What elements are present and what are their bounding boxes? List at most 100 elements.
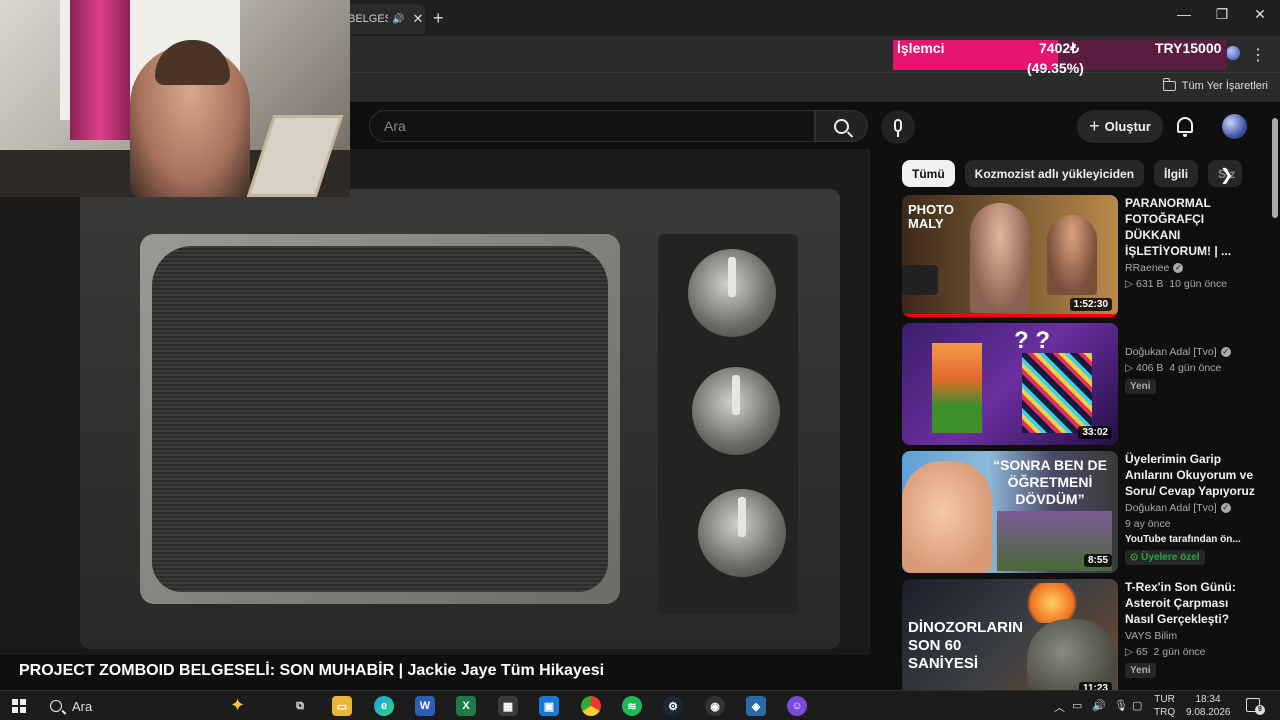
recommendation-item[interactable]: PHOTO MALY 1:52:30 PARANORMAL FOTOĞRAFÇI… — [902, 195, 1262, 317]
recommendation-item[interactable]: “SONRA BEN DE ÖĞRETMENİ DÖVDÜM” 8:55 Üye… — [902, 451, 1262, 573]
channel-name[interactable]: VAYS Bilim — [1125, 630, 1177, 642]
thumbnail-character — [932, 343, 982, 433]
video-thumbnail[interactable]: DİNOZORLARIN SON 60 SANİYESİ 11:23 — [902, 579, 1118, 701]
close-window-button[interactable]: ✕ — [1240, 6, 1280, 23]
upload-age: 10 gün önce — [1169, 278, 1228, 290]
channel-name[interactable]: RRaenee — [1125, 262, 1169, 274]
question-mark-icon: ? ? — [1014, 327, 1050, 354]
chip-related[interactable]: İlgili — [1154, 160, 1199, 187]
recommendation-meta: Doğukan Adal [Tvo] ✓ ▷ 406 B 4 gün önce Y… — [1125, 343, 1255, 394]
filter-chips: Tümü Kozmozist adlı yükleyiciden İlgili … — [902, 160, 1243, 187]
new-tab-button[interactable]: + — [433, 8, 444, 29]
folder-icon — [1162, 78, 1176, 91]
more-menu-icon[interactable]: ⋮ — [1250, 45, 1266, 65]
recommendation-title[interactable]: PARANORMAL FOTOĞRAFÇI DÜKKANI İŞLETİYORU… — [1125, 195, 1255, 259]
channel-name-row: VAYS Bilim — [1125, 630, 1255, 642]
donation-label: İşlemci — [897, 40, 945, 56]
tab-active[interactable]: BELGESEL 🔊 ✕ — [340, 4, 425, 34]
system-clock[interactable]: 18:34 9.08.2026 — [1186, 693, 1231, 719]
video-title: PROJECT ZOMBOID BELGESELİ: SON MUHABİR |… — [19, 662, 605, 679]
tab-title: BELGESEL — [348, 13, 388, 25]
tray-chevron-up-icon[interactable]: ︿ — [1054, 699, 1065, 715]
notification-count: 9 — [1255, 705, 1265, 715]
store-icon[interactable]: ▣ — [539, 696, 559, 716]
recommendation-item[interactable]: DİNOZORLARIN SON 60 SANİYESİ 11:23 T-Rex… — [902, 579, 1262, 701]
taskbar-search-label: Ara — [72, 698, 93, 714]
battery-icon[interactable]: ▭ — [1072, 699, 1082, 712]
spotify-icon[interactable]: ≋ — [622, 696, 642, 716]
view-count: 65 — [1136, 646, 1148, 658]
word-icon[interactable]: W — [415, 696, 435, 716]
edge-browser-icon[interactable]: e — [374, 696, 394, 716]
steam-icon[interactable]: ⚙ — [663, 696, 683, 716]
thumbnail-text: PHOTO MALY — [908, 202, 954, 231]
calculator-icon[interactable]: ▦ — [498, 696, 518, 716]
view-count: 406 B — [1136, 362, 1164, 374]
video-player[interactable] — [0, 149, 870, 655]
donation-goal: TRY15000 — [1155, 40, 1222, 56]
create-label: Oluştur — [1104, 119, 1151, 134]
account-avatar[interactable] — [1222, 114, 1247, 139]
video-stats: ▷ 65 2 gün önce — [1125, 646, 1206, 658]
excel-icon[interactable]: X — [456, 696, 476, 716]
network-icon[interactable]: ▢ — [1132, 699, 1142, 712]
discord-icon[interactable]: ☺ — [787, 696, 807, 716]
language-indicator[interactable]: TUR TRQ — [1154, 693, 1175, 719]
recommendation-item[interactable]: ? ? 33:02 Doğukan Adal [Tvo] ✓ ▷ 406 B 4 … — [902, 323, 1262, 445]
chrome-icon[interactable] — [581, 696, 601, 716]
minimize-button[interactable]: — — [1164, 6, 1204, 22]
app-grid-icon[interactable]: ◈ — [746, 696, 766, 716]
windows-start-icon[interactable] — [12, 699, 26, 713]
profile-icon[interactable] — [1226, 46, 1240, 60]
create-button[interactable]: + Oluştur — [1077, 110, 1163, 143]
tv-knob — [692, 367, 780, 455]
channel-name[interactable]: Doğukan Adal [Tvo] — [1125, 502, 1217, 514]
tv-knob — [688, 249, 776, 337]
maximize-button[interactable]: ❐ — [1202, 6, 1242, 23]
verified-icon: ✓ — [1220, 503, 1231, 513]
video-thumbnail[interactable]: PHOTO MALY 1:52:30 — [902, 195, 1118, 317]
camera-icon — [902, 265, 938, 295]
webcam-overlay — [0, 0, 350, 197]
scrollbar-thumb[interactable] — [1272, 118, 1278, 218]
clock-time: 18:34 — [1195, 694, 1221, 705]
all-bookmarks-button[interactable]: Tüm Yer İşaretleri — [1162, 78, 1268, 92]
channel-name[interactable]: Doğukan Adal [Tvo] — [1125, 346, 1217, 358]
tab-close-icon[interactable]: ✕ — [412, 11, 423, 27]
search-icon — [50, 700, 62, 712]
microphone-icon — [894, 118, 902, 137]
copilot-sparkle-icon[interactable]: ✦ — [230, 695, 245, 716]
notifications-bell-icon[interactable] — [1177, 117, 1193, 137]
verified-icon: ✓ — [1220, 347, 1231, 357]
recommendation-meta: Üyelerimin Garip Anılarını Okuyorum ve S… — [1125, 451, 1255, 565]
thumbnail-figure — [1047, 215, 1097, 295]
search-input[interactable]: Ara — [369, 110, 815, 142]
microphone-tray-icon[interactable]: 🎙 — [1114, 699, 1128, 712]
donation-percent: (49.35%) — [1027, 60, 1084, 76]
recommendation-title[interactable]: T-Rex'in Son Günü: Asteroit Çarpması Nas… — [1125, 579, 1255, 627]
new-badge: Yeni — [1125, 379, 1156, 394]
volume-icon[interactable]: 🔊 — [1092, 699, 1106, 712]
recommendation-meta: T-Rex'in Son Günü: Asteroit Çarpması Nas… — [1125, 579, 1255, 678]
asteroid-icon — [1022, 583, 1082, 623]
speaker-icon[interactable]: 🔊 — [392, 14, 404, 25]
page-scrollbar[interactable] — [1270, 103, 1280, 689]
voice-search-button[interactable] — [881, 110, 915, 144]
new-badge: Yeni — [1125, 663, 1156, 678]
video-thumbnail[interactable]: ? ? 33:02 — [902, 323, 1118, 445]
chip-all[interactable]: Tümü — [902, 160, 955, 187]
video-stats: ▷ 406 B 4 gün önce — [1125, 362, 1222, 374]
members-only-badge: ⊙ Üyelere özel — [1125, 550, 1205, 565]
thumbnail-face — [902, 461, 992, 573]
all-bookmarks-label: Tüm Yer İşaretleri — [1181, 80, 1268, 92]
recommendation-title[interactable]: Üyelerimin Garip Anılarını Okuyorum ve S… — [1125, 451, 1255, 499]
webcam-curtain — [70, 0, 130, 140]
obs-icon[interactable]: ◉ — [705, 696, 725, 716]
task-view-icon[interactable]: ⧉ — [290, 696, 310, 716]
chevron-right-icon[interactable]: ❯ — [1220, 165, 1233, 185]
chip-from-uploader[interactable]: Kozmozist adlı yükleyiciden — [964, 160, 1145, 187]
video-thumbnail[interactable]: “SONRA BEN DE ÖĞRETMENİ DÖVDÜM” 8:55 — [902, 451, 1118, 573]
file-explorer-icon[interactable]: ▭ — [332, 696, 352, 716]
video-stats: ▷ 631 B 10 gün önce — [1125, 278, 1228, 290]
search-button[interactable] — [815, 110, 868, 142]
